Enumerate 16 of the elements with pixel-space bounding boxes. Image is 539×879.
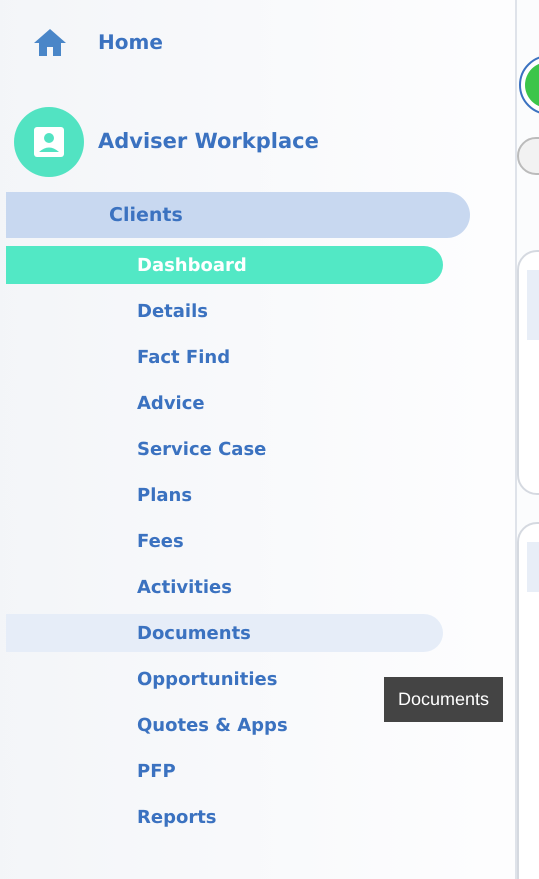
nav-item[interactable]: Activities bbox=[6, 568, 443, 606]
nav-item[interactable]: Reports bbox=[6, 798, 443, 836]
nav-item[interactable]: Advice bbox=[6, 384, 443, 422]
nav-item[interactable]: Fees bbox=[6, 522, 443, 560]
nav-item[interactable]: Documents bbox=[6, 614, 443, 652]
workspace-link[interactable]: Adviser Workplace bbox=[98, 126, 319, 158]
nav-item[interactable]: Details bbox=[6, 292, 443, 330]
clients-section[interactable]: Clients bbox=[6, 192, 470, 238]
home-icon[interactable] bbox=[32, 27, 68, 57]
nav-item[interactable]: PFP bbox=[6, 752, 443, 790]
nav-item[interactable]: Service Case bbox=[6, 430, 443, 468]
chip bbox=[517, 137, 539, 175]
tooltip: Documents bbox=[384, 677, 504, 722]
nav-item[interactable]: Fact Find bbox=[6, 338, 443, 376]
nav-item[interactable]: Plans bbox=[6, 476, 443, 514]
home-link[interactable]: Home bbox=[98, 27, 163, 57]
